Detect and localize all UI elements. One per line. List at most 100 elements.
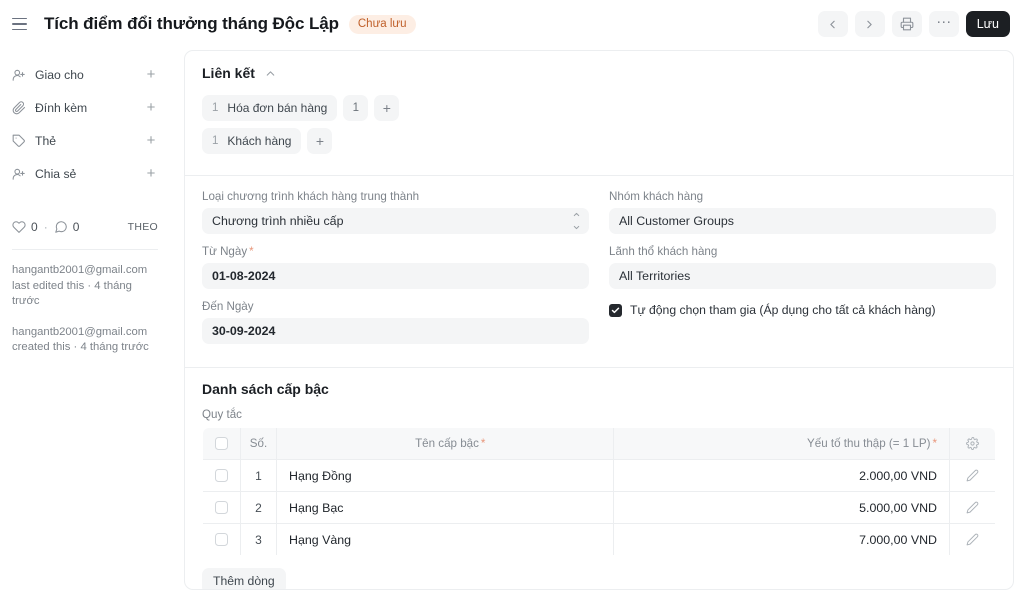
links-section: Liên kết 1 Hóa đơn bán hàng 1 + 1 Khách … <box>185 51 1013 175</box>
column-header-no: Số. <box>240 428 277 460</box>
next-button[interactable] <box>854 11 885 37</box>
program-type-value: Chương trình nhiều cấp <box>212 214 344 228</box>
column-header-collection-factor-text: Yếu tố thu thập (= 1 LP) <box>807 437 931 450</box>
link-chip-extra-badge[interactable]: 1 <box>343 95 369 121</box>
add-attachment-button[interactable]: + <box>144 100 158 115</box>
link-chip-customer[interactable]: 1 Khách hàng <box>202 128 302 154</box>
prev-button[interactable] <box>817 11 848 37</box>
row-no: 3 <box>240 523 277 555</box>
territory-input[interactable]: All Territories <box>609 263 996 289</box>
sidebar-item-attachment[interactable]: Đính kèm + <box>12 91 158 124</box>
table-header-row: Số. Tên cấp bậc * Yếu tố thu thập (= 1 LP… <box>203 428 995 460</box>
row-checkbox[interactable] <box>215 532 228 546</box>
add-customer-link-button[interactable]: + <box>307 128 333 154</box>
row-tier-name[interactable]: Hạng Đồng <box>276 459 614 492</box>
status-badge: Chưa lưu <box>348 14 416 34</box>
more-button[interactable]: ··· <box>928 11 959 37</box>
row-no: 1 <box>240 459 277 492</box>
link-chip-count: 1 <box>212 102 219 114</box>
activity-log-item: hangantb2001@gmail.com created this · 4 … <box>12 325 158 356</box>
row-tier-name[interactable]: Hạng Vàng <box>276 523 614 555</box>
row-edit-cell[interactable] <box>949 459 995 492</box>
field-label: Nhóm khách hàng <box>609 190 704 203</box>
form-card: Liên kết 1 Hóa đơn bán hàng 1 + 1 Khách … <box>184 50 1014 590</box>
sidebar-item-tag[interactable]: Thẻ + <box>12 124 158 157</box>
field-label: Từ Ngày * <box>202 245 589 258</box>
heart-icon[interactable] <box>12 220 26 234</box>
add-share-button[interactable]: + <box>144 166 158 181</box>
column-header-collection-factor: Yếu tố thu thập (= 1 LP) * <box>613 428 950 460</box>
page-body: Giao cho + Đính kèm + Thẻ + Chia sẻ + 0 … <box>0 48 1024 594</box>
sidebar-item-label: Đính kèm <box>35 100 88 115</box>
like-count: 0 <box>31 220 38 234</box>
row-select-cell <box>203 491 241 524</box>
comment-icon[interactable] <box>54 220 68 234</box>
column-header-name: Tên cấp bậc * <box>276 428 614 460</box>
tier-table-label: Quy tắc <box>202 408 242 421</box>
hamburger-icon[interactable] <box>12 14 32 34</box>
row-no: 2 <box>240 491 277 524</box>
follow-button[interactable]: THEO <box>128 221 158 233</box>
page-title: Tích điểm đổi thưởng tháng Độc Lập <box>44 14 339 33</box>
link-chips: 1 Hóa đơn bán hàng 1 + 1 Khách hàng + <box>202 95 996 154</box>
form-column-left: Loại chương trình khách hàng trung thành… <box>202 190 589 355</box>
add-sales-invoice-link-button[interactable]: + <box>374 95 400 121</box>
auto-optin-row: Tự động chọn tham gia (Áp dụng cho tất c… <box>609 303 996 318</box>
program-type-select[interactable]: Chương trình nhiều cấp <box>202 208 589 234</box>
required-marker: * <box>932 437 937 450</box>
save-button[interactable]: Lưu <box>965 11 1010 37</box>
from-date-input[interactable]: 01-08-2024 <box>202 263 589 289</box>
row-checkbox[interactable] <box>215 468 228 482</box>
auto-optin-checkbox[interactable] <box>609 304 622 317</box>
customer-group-input[interactable]: All Customer Groups <box>609 208 996 234</box>
link-chip-row: 1 Hóa đơn bán hàng 1 + <box>202 95 996 121</box>
table-row[interactable]: 3 Hạng Vàng 7.000,00 VND <box>203 523 996 556</box>
table-row[interactable]: 1 Hạng Đồng 2.000,00 VND <box>203 459 995 492</box>
row-edit-cell[interactable] <box>950 524 996 556</box>
row-collection-factor[interactable]: 2.000,00 VND <box>613 459 950 492</box>
field-label-text: Từ Ngày <box>202 245 248 258</box>
field-to-date: Đến Ngày 30-09-2024 <box>202 300 589 344</box>
social-separator: · <box>43 220 48 234</box>
field-label: Loại chương trình khách hàng trung thành <box>202 190 420 203</box>
chevron-right-icon <box>863 18 876 31</box>
sidebar-item-assign[interactable]: Giao cho + <box>12 58 158 91</box>
row-checkbox[interactable] <box>215 500 228 514</box>
sidebar: Giao cho + Đính kèm + Thẻ + Chia sẻ + 0 … <box>0 48 172 594</box>
add-row-button[interactable]: Thêm dòng <box>202 568 286 589</box>
field-program-type: Loại chương trình khách hàng trung thành… <box>202 190 589 234</box>
print-button[interactable] <box>891 11 922 37</box>
column-header-name-text: Tên cấp bậc <box>415 437 479 450</box>
column-header-settings[interactable] <box>949 428 995 460</box>
link-chip-label: Khách hàng <box>227 134 292 148</box>
tier-section-title: Danh sách cấp bậc <box>202 381 329 397</box>
row-collection-factor[interactable]: 7.000,00 VND <box>613 523 950 555</box>
row-tier-name[interactable]: Hạng Bạc <box>276 491 614 524</box>
field-territory: Lãnh thổ khách hàng All Territories <box>609 245 996 289</box>
sidebar-item-share[interactable]: Chia sẻ + <box>12 157 158 190</box>
chevron-updown-icon <box>572 209 581 234</box>
row-edit-cell[interactable] <box>949 491 995 524</box>
link-chip-row: 1 Khách hàng + <box>202 128 996 154</box>
add-tag-button[interactable]: + <box>144 133 158 148</box>
table-row[interactable]: 2 Hạng Bạc 5.000,00 VND <box>203 491 995 524</box>
select-all-checkbox[interactable] <box>215 436 228 450</box>
printer-icon <box>900 17 914 31</box>
comment-count: 0 <box>72 220 80 234</box>
activity-action: last edited this · 4 tháng trước <box>12 279 132 308</box>
link-chip-label: Hóa đơn bán hàng <box>227 101 328 115</box>
activity-action: created this · 4 tháng trước <box>12 341 149 353</box>
row-select-cell <box>203 459 241 492</box>
link-chip-sales-invoice[interactable]: 1 Hóa đơn bán hàng <box>202 95 338 121</box>
to-date-input[interactable]: 30-09-2024 <box>202 318 589 344</box>
sidebar-item-label: Thẻ <box>35 133 57 148</box>
row-select-cell <box>203 523 241 555</box>
row-collection-factor[interactable]: 5.000,00 VND <box>613 491 950 524</box>
sidebar-item-label: Giao cho <box>35 67 84 82</box>
share-user-icon <box>12 167 29 181</box>
sidebar-divider <box>12 249 158 250</box>
field-label: Lãnh thổ khách hàng <box>609 245 718 258</box>
add-assign-button[interactable]: + <box>144 67 158 82</box>
chevron-up-icon[interactable] <box>264 67 277 80</box>
required-marker: * <box>480 437 486 450</box>
